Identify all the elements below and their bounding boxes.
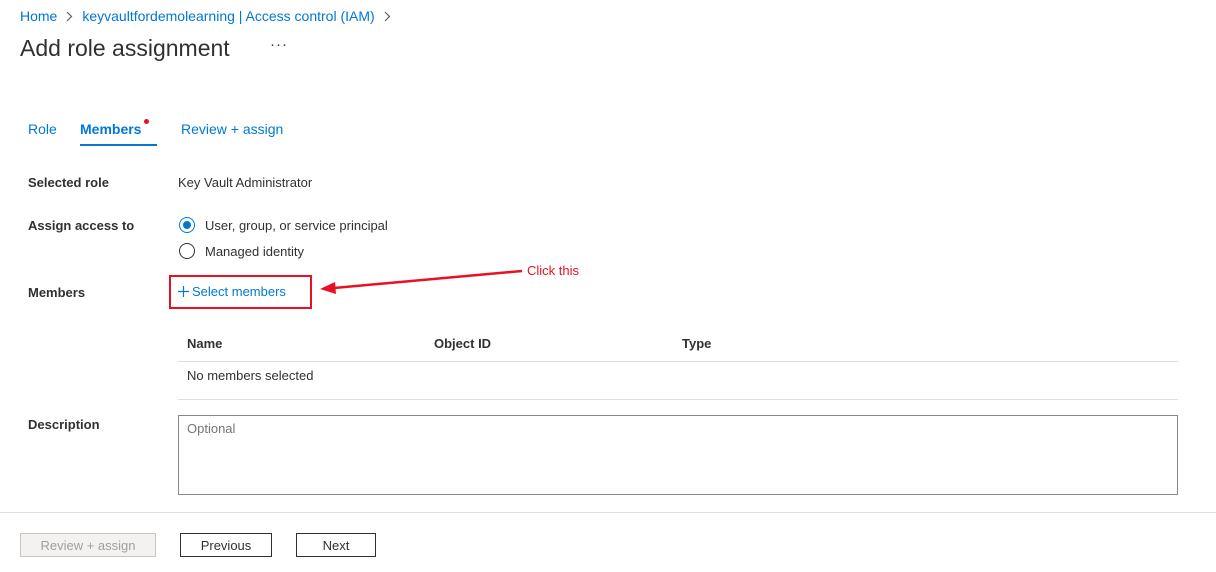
radio-unchecked-icon xyxy=(179,243,195,259)
previous-button[interactable]: Previous xyxy=(180,533,272,557)
chevron-right-icon xyxy=(384,11,391,22)
next-button[interactable]: Next xyxy=(296,533,376,557)
radio-managed-identity[interactable]: Managed identity xyxy=(179,243,304,259)
description-label: Description xyxy=(28,417,100,432)
tab-role[interactable]: Role xyxy=(28,121,57,137)
review-assign-button[interactable]: Review + assign xyxy=(20,533,156,557)
table-divider xyxy=(178,361,1178,362)
tab-members[interactable]: Members xyxy=(80,121,141,137)
more-options-icon[interactable]: ··· xyxy=(270,36,288,53)
table-empty-text: No members selected xyxy=(187,368,314,383)
radio-label: Managed identity xyxy=(205,243,305,259)
description-input[interactable] xyxy=(178,415,1178,495)
select-members-text: Select members xyxy=(192,284,286,299)
column-header-object-id: Object ID xyxy=(434,336,492,351)
selected-role-value: Key Vault Administrator xyxy=(178,175,313,190)
tab-error-indicator xyxy=(144,119,149,124)
selected-role-label: Selected role xyxy=(28,175,109,190)
breadcrumb-home[interactable]: Home xyxy=(20,8,57,24)
annotation-arrow-icon xyxy=(320,269,523,294)
annotation-text: Click this xyxy=(527,263,580,278)
column-header-type: Type xyxy=(682,336,712,351)
active-tab-underline xyxy=(80,144,157,146)
breadcrumb: Home keyvaultfordemolearning | Access co… xyxy=(20,8,400,24)
chevron-right-icon xyxy=(66,11,73,22)
radio-label: User, group, or service principal xyxy=(205,217,388,233)
radio-user-group-sp[interactable]: User, group, or service principal xyxy=(179,217,388,233)
page-title: Add role assignment xyxy=(20,35,230,61)
column-header-name: Name xyxy=(187,336,223,351)
members-label: Members xyxy=(28,285,86,300)
table-divider xyxy=(178,399,1178,400)
assign-access-label: Assign access to xyxy=(28,218,135,233)
select-members-link[interactable]: Select members xyxy=(178,284,286,299)
plus-icon xyxy=(178,285,189,298)
footer-divider xyxy=(0,512,1216,513)
breadcrumb-iam[interactable]: keyvaultfordemolearning | Access control… xyxy=(82,8,374,24)
radio-checked-icon xyxy=(179,217,195,233)
tab-review-assign[interactable]: Review + assign xyxy=(181,121,283,137)
